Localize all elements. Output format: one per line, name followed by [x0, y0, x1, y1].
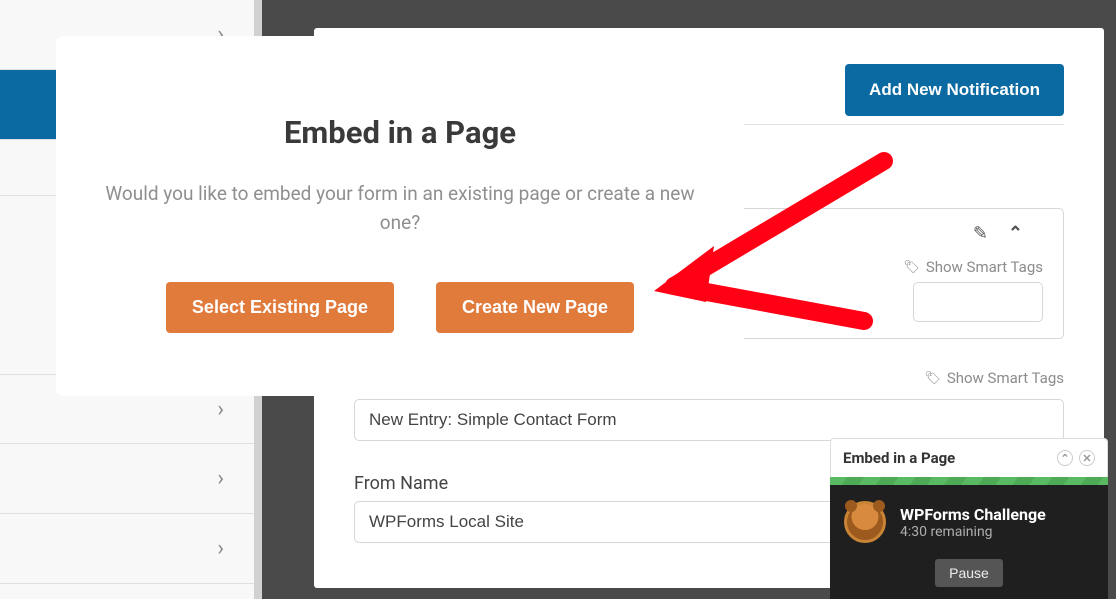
chevron-up-icon[interactable]: ⌃ [1008, 223, 1023, 244]
modal-button-group: Select Existing Page Create New Page [104, 282, 696, 333]
edit-icon[interactable]: ✎ [973, 223, 988, 244]
challenge-body: WPForms Challenge 4:30 remaining [830, 485, 1108, 559]
chevron-right-icon: › [217, 466, 224, 491]
modal-description: Would you like to embed your form in an … [104, 179, 696, 238]
smart-tags-label: Show Smart Tags [926, 258, 1043, 276]
wpforms-mascot-icon [844, 501, 886, 543]
challenge-footer: Pause [830, 559, 1108, 599]
modal-title: Embed in a Page [104, 114, 696, 151]
challenge-progress-stripe [830, 477, 1108, 485]
embed-in-page-modal: Embed in a Page Would you like to embed … [56, 36, 744, 396]
send-to-input[interactable] [913, 282, 1043, 322]
tag-icon: 🏷 [924, 371, 941, 386]
challenge-remaining-time: 4:30 remaining [900, 524, 1046, 540]
sidebar-item-5[interactable]: › [0, 514, 254, 584]
add-new-notification-button[interactable]: Add New Notification [845, 64, 1064, 116]
email-subject-input[interactable] [354, 399, 1064, 441]
sidebar-item-4[interactable]: › [0, 444, 254, 514]
close-icon[interactable]: ✕ [1079, 450, 1095, 466]
challenge-popup-header: Embed in a Page ⌃ ✕ [830, 438, 1108, 477]
minimize-icon[interactable]: ⌃ [1057, 450, 1073, 466]
smart-tags-label: Show Smart Tags [947, 369, 1064, 387]
select-existing-page-button[interactable]: Select Existing Page [166, 282, 394, 333]
challenge-popup-title: Embed in a Page [843, 449, 955, 467]
chevron-right-icon: › [217, 536, 224, 561]
create-new-page-button[interactable]: Create New Page [436, 282, 634, 333]
wpforms-challenge-popup: Embed in a Page ⌃ ✕ WPForms Challenge 4:… [830, 438, 1108, 599]
challenge-title: WPForms Challenge [900, 505, 1046, 524]
tag-icon: 🏷 [903, 260, 920, 275]
chevron-right-icon: › [217, 397, 224, 422]
pause-button[interactable]: Pause [935, 559, 1003, 587]
from-name-label: From Name [354, 473, 448, 494]
smart-tags-toggle[interactable]: 🏷 Show Smart Tags [924, 369, 1064, 387]
